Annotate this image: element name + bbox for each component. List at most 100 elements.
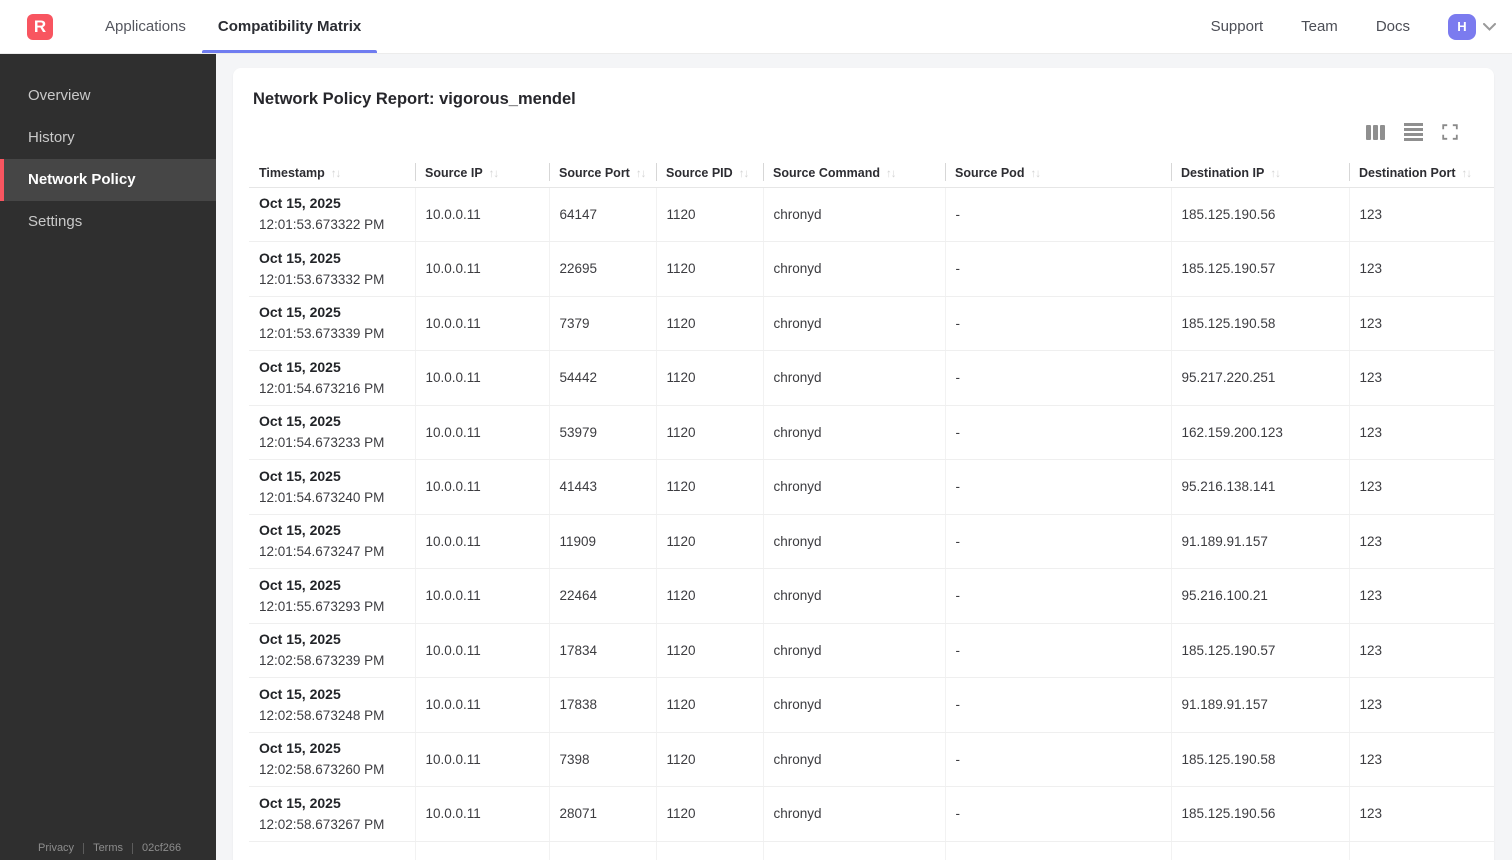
- sidebar-item-overview[interactable]: Overview: [0, 75, 216, 117]
- sort-icon[interactable]: ↑↓: [489, 168, 499, 180]
- privacy-link[interactable]: Privacy: [38, 842, 74, 854]
- column-header-source-command[interactable]: Source Command ↑↓: [763, 160, 945, 188]
- cell-destination-ip: 95.216.138.141: [1170, 459, 1349, 515]
- cell-source-ip: [414, 841, 549, 860]
- fullscreen-icon[interactable]: [1442, 124, 1458, 140]
- cell-source-pid: 1120: [655, 786, 763, 842]
- list-view-icon[interactable]: [1404, 123, 1423, 141]
- cell-source-ip: 10.0.0.11: [414, 677, 549, 733]
- sidebar-item-network-policy[interactable]: Network Policy: [0, 159, 216, 201]
- timestamp-time: 12:01:54.673216 PM: [259, 380, 385, 396]
- timestamp-date: Oct 15, 2025: [259, 794, 341, 811]
- sort-icon[interactable]: ↑↓: [886, 168, 896, 180]
- column-header-source-pod[interactable]: Source Pod ↑↓: [945, 160, 1171, 188]
- sort-icon[interactable]: ↑↓: [636, 168, 646, 180]
- cell-source-command: chronyd: [762, 732, 945, 787]
- sidebar-item-settings[interactable]: Settings: [0, 201, 216, 243]
- tab-compatibility-matrix-label: Compatibility Matrix: [217, 18, 362, 35]
- cell-destination-ip: 91.189.91.157: [1170, 677, 1349, 733]
- cell-source-pod: -: [944, 241, 1171, 297]
- cell-destination-port: 123: [1348, 296, 1494, 351]
- timestamp-time: 12:01:54.673247 PM: [259, 544, 385, 560]
- table-toolbar: [233, 123, 1494, 141]
- timestamp-time: 12:01:54.673233 PM: [259, 435, 385, 451]
- cell-source-pod: -: [944, 623, 1171, 678]
- cell-destination-ip: [1170, 841, 1349, 860]
- cell-destination-port: 123: [1348, 514, 1494, 569]
- table-row: Oct 15, 2025 12:01:53.673339 PM 10.0.0.1…: [249, 296, 1494, 351]
- column-header-destination-ip[interactable]: Destination IP ↑↓: [1171, 160, 1349, 188]
- cell-timestamp: Oct 15, 2025 12:01:54.673240 PM: [249, 459, 415, 515]
- cell-source-command: chronyd: [762, 405, 945, 460]
- cell-source-command: chronyd: [762, 296, 945, 351]
- terms-link[interactable]: Terms: [93, 842, 123, 854]
- nav-link-support[interactable]: Support: [1211, 18, 1264, 35]
- tab-applications[interactable]: Applications: [89, 0, 202, 53]
- cell-destination-ip: 185.125.190.58: [1170, 296, 1349, 351]
- cell-destination-port: 123: [1348, 187, 1494, 242]
- cell-destination-ip: 185.125.190.58: [1170, 732, 1349, 787]
- columns-view-icon[interactable]: [1366, 124, 1385, 140]
- sort-icon[interactable]: ↑↓: [1270, 168, 1280, 180]
- cell-source-pid: [655, 841, 763, 860]
- cell-source-ip: 10.0.0.11: [414, 241, 549, 297]
- sort-icon[interactable]: ↑↓: [331, 168, 341, 180]
- cell-source-command: [762, 841, 945, 860]
- cell-source-pid: 1120: [655, 459, 763, 515]
- cell-source-command: chronyd: [762, 677, 945, 733]
- sort-icon[interactable]: ↑↓: [739, 168, 749, 180]
- timestamp-time: 12:01:53.673332 PM: [259, 271, 385, 287]
- cell-source-pid: 1120: [655, 623, 763, 678]
- column-header-source-port[interactable]: Source Port ↑↓: [549, 160, 656, 188]
- table-row: Oct 15, 2025 12:01:54.673240 PM 10.0.0.1…: [249, 459, 1494, 515]
- table-row: Oct 15, 2025 12:02:58.673239 PM 10.0.0.1…: [249, 623, 1494, 678]
- network-policy-table: Timestamp ↑↓ Source IP ↑↓ Source Port ↑↓ So…: [249, 160, 1494, 860]
- cell-source-pod: -: [944, 405, 1171, 460]
- sort-icon[interactable]: ↑↓: [1462, 168, 1472, 180]
- cell-source-port: 22464: [548, 568, 656, 624]
- nav-link-docs[interactable]: Docs: [1376, 18, 1410, 35]
- avatar[interactable]: H: [1448, 13, 1476, 40]
- cell-source-command: chronyd: [762, 786, 945, 842]
- cell-source-pod: -: [944, 187, 1171, 242]
- cell-source-port: 17834: [548, 623, 656, 678]
- nav-right: Support Team Docs H: [1211, 0, 1496, 53]
- cell-source-ip: 10.0.0.11: [414, 405, 549, 460]
- cell-source-pid: 1120: [655, 350, 763, 406]
- cell-timestamp: Oct 15, 2025 12:01:54.673233 PM: [249, 405, 415, 460]
- account-menu[interactable]: H: [1448, 13, 1496, 40]
- column-header-source-ip[interactable]: Source IP ↑↓: [415, 160, 549, 188]
- tab-compatibility-matrix[interactable]: Compatibility Matrix: [201, 0, 378, 53]
- cell-source-port: 11909: [548, 514, 656, 569]
- cell-destination-port: 123: [1348, 405, 1494, 460]
- cell-source-command: chronyd: [762, 459, 945, 515]
- sidebar-footer: Privacy Terms 02cf266: [0, 842, 216, 854]
- cell-source-command: chronyd: [762, 568, 945, 624]
- cell-source-pid: 1120: [655, 241, 763, 297]
- main-content: Network Policy Report: vigorous_mendel T…: [216, 54, 1512, 860]
- timestamp-date: Oct 15, 2025: [259, 576, 341, 593]
- cell-source-pid: 1120: [655, 677, 763, 733]
- column-header-timestamp[interactable]: Timestamp ↑↓: [249, 160, 415, 188]
- cell-source-ip: 10.0.0.11: [414, 732, 549, 787]
- timestamp-date: Oct 15, 2025: [259, 522, 341, 539]
- cell-timestamp: Oct 15, 2025 12:01:53.673322 PM: [249, 187, 415, 242]
- column-header-source-pid[interactable]: Source PID ↑↓: [656, 160, 763, 188]
- brand-logo-icon[interactable]: R: [27, 13, 53, 40]
- table-row: Oct 15, 2025 12:02:58.673248 PM 10.0.0.1…: [249, 677, 1494, 733]
- cell-source-port: 17838: [548, 677, 656, 733]
- table-row: Oct 15, 2025 12:01:53.673322 PM 10.0.0.1…: [249, 187, 1494, 242]
- cell-source-command: chronyd: [762, 514, 945, 569]
- sidebar-item-history[interactable]: History: [0, 117, 216, 159]
- table-row: Oct 15, 2025 12:01:53.673332 PM 10.0.0.1…: [249, 241, 1494, 297]
- nav-link-team[interactable]: Team: [1301, 18, 1338, 35]
- timestamp-date: Oct 15, 2025: [259, 467, 341, 484]
- cell-source-pod: -: [944, 732, 1171, 787]
- timestamp-date: Oct 15, 2025: [259, 358, 341, 375]
- cell-timestamp: Oct 15, 2025 12:02:58.673260 PM: [249, 732, 415, 787]
- page-title: Network Policy Report: vigorous_mendel: [253, 90, 576, 108]
- chevron-down-icon[interactable]: [1483, 22, 1496, 31]
- sort-icon[interactable]: ↑↓: [1030, 168, 1040, 180]
- column-header-destination-port[interactable]: Destination Port ↑↓: [1349, 160, 1494, 188]
- cell-source-pid: 1120: [655, 187, 763, 242]
